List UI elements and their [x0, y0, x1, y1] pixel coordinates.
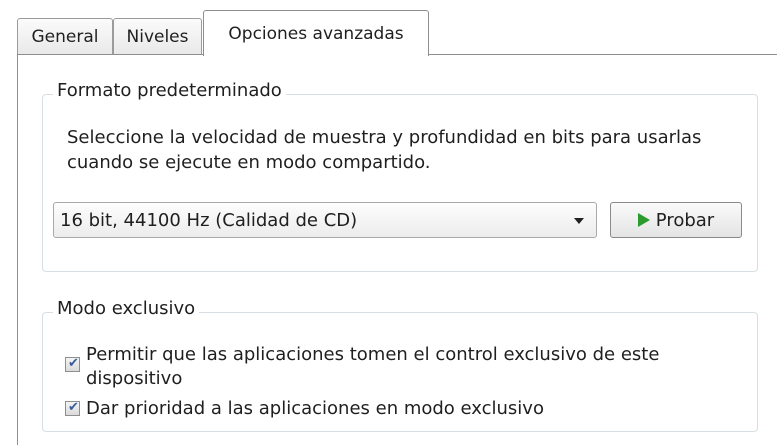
exclusive-control-checkbox[interactable]: ✔: [65, 356, 80, 372]
sample-rate-value: 16 bit, 44100 Hz (Calidad de CD): [60, 210, 358, 231]
checkmark-icon: ✔: [68, 356, 79, 371]
play-icon: [637, 213, 650, 227]
exclusive-priority-label: Dar prioridad a las aplicaciones en modo…: [86, 398, 544, 419]
default-format-description: Seleccione la velocidad de muestra y pro…: [67, 127, 702, 173]
test-button[interactable]: Probar: [610, 202, 742, 238]
default-format-group: Formato predeterminado Seleccione la vel…: [42, 80, 758, 272]
tab-general[interactable]: General: [17, 18, 113, 54]
checkmark-icon: ✔: [68, 400, 79, 415]
exclusive-control-label: Permitir que las aplicaciones tomen el c…: [86, 344, 660, 389]
test-button-label: Probar: [655, 209, 715, 231]
exclusive-mode-group: Modo exclusivo ✔ Permitir que las aplica…: [42, 298, 758, 432]
default-format-title: Formato predeterminado: [53, 80, 286, 101]
tab-niveles[interactable]: Niveles: [113, 18, 202, 54]
sample-rate-dropdown[interactable]: 16 bit, 44100 Hz (Calidad de CD): [53, 202, 597, 238]
audio-properties-window: General Niveles Opciones avanzadas Forma…: [0, 0, 777, 445]
chevron-down-icon: [574, 218, 584, 224]
exclusive-priority-checkbox[interactable]: ✔: [65, 400, 80, 416]
tab-opciones-avanzadas[interactable]: Opciones avanzadas: [203, 10, 429, 56]
exclusive-mode-title: Modo exclusivo: [53, 298, 200, 319]
tab-strip: General Niveles Opciones avanzadas: [0, 0, 777, 56]
